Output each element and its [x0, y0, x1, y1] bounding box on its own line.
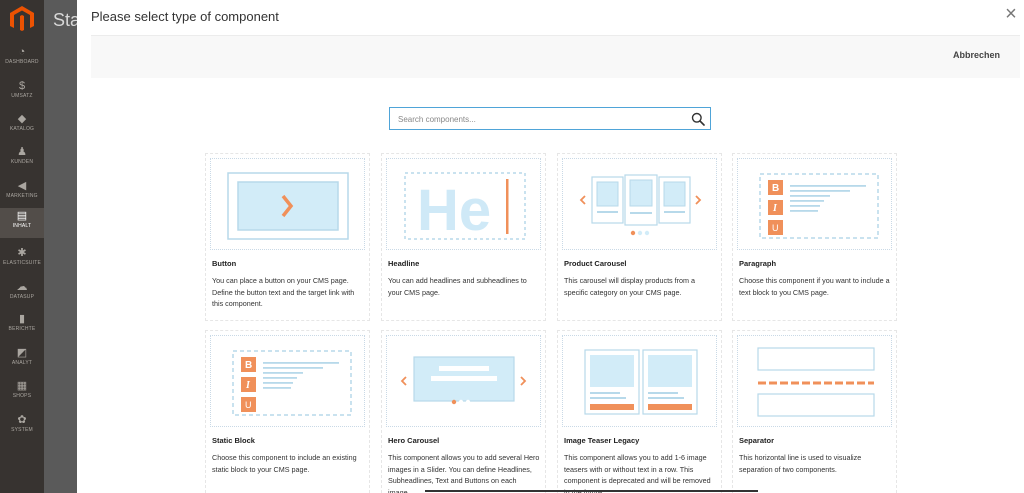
card-title: Separator [739, 436, 775, 445]
sidebar-item-berichte[interactable]: ▮ BERICHTE [0, 311, 44, 343]
search-box [389, 107, 711, 130]
svg-text:U: U [245, 400, 252, 410]
svg-text:U: U [772, 223, 779, 233]
modal-action-bar: Abbrechen [91, 35, 1020, 78]
sidebar-item-umsatz[interactable]: $ UMSATZ [0, 78, 44, 110]
hero-carousel-preview [386, 335, 541, 427]
card-description: This horizontal line is used to visualiz… [739, 453, 862, 474]
card-title: Paragraph [739, 259, 777, 268]
cog-icon: ✿ [17, 414, 27, 426]
card-description: This component allows you to add several… [388, 453, 540, 493]
search-icon[interactable] [691, 112, 705, 126]
horizontal-scrollbar[interactable] [425, 490, 758, 492]
sidebar-item-katalog[interactable]: ◆ KATALOG [0, 111, 44, 143]
gear-icon: ✱ [17, 247, 27, 259]
component-select-modal: Please select type of component × Abbrec… [77, 0, 1024, 493]
layout-icon: ▤ [16, 210, 28, 222]
card-title: Static Block [212, 436, 255, 445]
sidebar-item-kunden[interactable]: ♟ KUNDEN [0, 144, 44, 176]
image-teaser-preview-graphic [584, 349, 698, 415]
cancel-button[interactable]: Abbrechen [953, 50, 1000, 60]
modal-title: Please select type of component [91, 9, 279, 24]
sidebar-item-marketing[interactable]: ◀ MARKETING [0, 178, 44, 210]
separator-preview-graphic [757, 347, 875, 417]
card-title: Headline [388, 259, 420, 268]
card-description: You can add headlines and subheadlines t… [388, 276, 527, 297]
component-card-hero-carousel[interactable]: Hero Carousel This component allows you … [381, 330, 546, 493]
static-block-preview-graphic: B I U [232, 350, 352, 416]
card-title: Hero Carousel [388, 436, 440, 445]
cube-icon: ◆ [17, 113, 27, 125]
card-title: Button [212, 259, 237, 268]
component-card-static-block[interactable]: B I U Static Block Choose this component… [205, 330, 370, 493]
store-icon: ▦ [16, 380, 28, 392]
admin-sidebar: ◔ DASHBOARD $ UMSATZ ◆ KATALOG ♟ KUNDEN … [0, 0, 44, 493]
component-card-paragraph[interactable]: B I U Paragraph Choose this component if… [732, 153, 897, 321]
magento-logo-icon[interactable] [10, 6, 34, 32]
separator-preview [737, 335, 892, 427]
cloud-icon: ☁ [16, 281, 28, 293]
image-teaser-preview [562, 335, 717, 427]
paragraph-preview-graphic: B I U [759, 173, 879, 239]
headline-preview-graphic: He [404, 172, 526, 243]
search-input[interactable] [396, 111, 680, 128]
svg-text:B: B [245, 360, 252, 371]
button-preview [210, 158, 365, 250]
sidebar-item-datasup[interactable]: ☁ DATASUP [0, 279, 44, 311]
card-title: Image Teaser Legacy [564, 436, 640, 445]
person-icon: ♟ [17, 146, 27, 158]
card-description: This component allows you to add 1-6 ima… [564, 453, 711, 493]
sidebar-item-dashboard[interactable]: ◔ DASHBOARD [0, 44, 44, 76]
card-description: This carousel will display products from… [564, 276, 696, 297]
product-carousel-preview [562, 158, 717, 250]
card-description: You can place a button on your CMS page.… [212, 276, 355, 308]
sidebar-item-shops[interactable]: ▦ SHOPS [0, 378, 44, 410]
paragraph-preview: B I U [737, 158, 892, 250]
product-carousel-preview-graphic [579, 174, 702, 236]
close-icon: × [1005, 3, 1017, 25]
component-card-image-teaser-legacy[interactable]: Image Teaser Legacy This component allow… [557, 330, 722, 493]
component-card-headline[interactable]: He Headline You can add headlines and su… [381, 153, 546, 321]
headline-preview: He [386, 158, 541, 250]
sidebar-item-inhalt[interactable]: ▤ INHALT [0, 208, 44, 238]
card-description: Choose this component to include an exis… [212, 453, 357, 474]
component-card-product-carousel[interactable]: Product Carousel This carousel will disp… [557, 153, 722, 321]
card-title: Product Carousel [564, 259, 627, 268]
card-description: Choose this component if you want to inc… [739, 276, 890, 297]
component-card-button[interactable]: Button You can place a button on your CM… [205, 153, 370, 321]
headline-preview-text: He [417, 178, 491, 243]
svg-text:B: B [772, 183, 779, 194]
sidebar-item-system[interactable]: ✿ SYSTEM [0, 412, 44, 444]
sidebar-item-elasticsuite[interactable]: ✱ ELASTICSUITE [0, 245, 44, 277]
hero-carousel-preview-graphic [400, 356, 527, 405]
megaphone-icon: ◀ [17, 180, 27, 192]
static-block-preview: B I U [210, 335, 365, 427]
speedometer-icon: ◔ [18, 46, 26, 58]
analytics-icon: ◩ [16, 347, 28, 359]
component-card-separator[interactable]: Separator This horizontal line is used t… [732, 330, 897, 493]
sidebar-item-analyt[interactable]: ◩ ANALYT [0, 345, 44, 377]
bar-chart-icon: ▮ [18, 313, 26, 325]
dollar-icon: $ [18, 80, 26, 92]
close-button[interactable]: × [1000, 4, 1022, 26]
button-preview-graphic [227, 172, 349, 240]
